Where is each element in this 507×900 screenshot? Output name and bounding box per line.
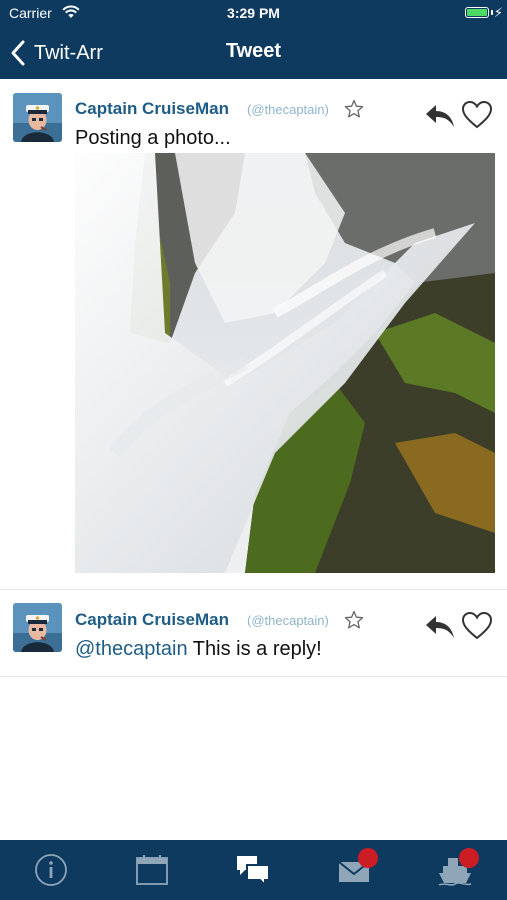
- author-name[interactable]: Captain CruiseMan: [75, 610, 229, 630]
- author-handle: (@thecaptain): [247, 613, 329, 628]
- battery-nub: [491, 10, 493, 15]
- tab-twitarr[interactable]: [202, 840, 303, 900]
- heart-icon[interactable]: [461, 611, 493, 641]
- notification-badge: [459, 848, 479, 868]
- author-handle: (@thecaptain): [247, 102, 329, 117]
- star-icon[interactable]: [344, 99, 364, 119]
- avatar[interactable]: [13, 93, 62, 142]
- reply-icon[interactable]: [424, 614, 456, 640]
- tab-messages[interactable]: [303, 840, 404, 900]
- tweet-item: Captain CruiseMan (@thecaptain) @thecapt…: [0, 590, 507, 677]
- avatar[interactable]: [13, 603, 62, 652]
- tweet-item: Captain CruiseMan (@thecaptain) Posting …: [0, 79, 507, 590]
- reply-text: This is a reply!: [187, 638, 322, 660]
- heart-icon[interactable]: [461, 100, 493, 130]
- status-bar: Carrier 3:29 PM ⚡: [0, 0, 507, 27]
- page-title: Tweet: [225, 40, 282, 62]
- tweet-photo[interactable]: [75, 153, 495, 573]
- chat-bubbles-icon: [236, 856, 270, 887]
- tab-calendar[interactable]: [101, 840, 202, 900]
- tab-info[interactable]: [0, 840, 101, 900]
- notification-badge: [358, 848, 378, 868]
- tab-deck[interactable]: [404, 840, 505, 900]
- calendar-icon: [135, 855, 168, 885]
- info-icon: [34, 854, 67, 886]
- author-name[interactable]: Captain CruiseMan: [75, 99, 229, 119]
- battery-icon: [465, 7, 489, 18]
- mention-link[interactable]: @thecaptain: [75, 638, 188, 660]
- status-time: 3:29 PM: [227, 5, 280, 21]
- reply-icon[interactable]: [424, 103, 456, 129]
- tweet-text: @thecaptain This is a reply!: [75, 638, 322, 661]
- star-icon[interactable]: [344, 610, 364, 630]
- navigation-bar: Twit-Arr Tweet: [0, 27, 507, 79]
- tab-bar: [0, 840, 507, 900]
- charging-icon: ⚡: [493, 5, 503, 20]
- tweet-text: Posting a photo...: [75, 127, 231, 149]
